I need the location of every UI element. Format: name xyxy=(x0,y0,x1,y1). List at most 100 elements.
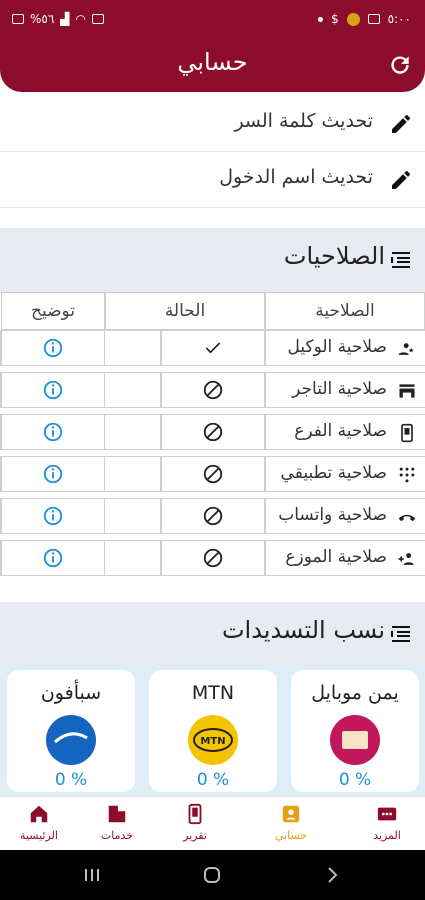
image-icon xyxy=(367,14,380,24)
info-cell xyxy=(1,498,105,534)
permission-row: صلاحية الفرع xyxy=(0,414,425,456)
add-group-icon xyxy=(398,553,414,565)
nav-account[interactable]: حسابي xyxy=(256,801,326,849)
payments-cards: يمن موبايل 0 % MTN MTN 0 % سبأفون 0 % xyxy=(0,664,425,796)
status-right: $ ٥:٠٠ xyxy=(317,12,411,26)
info-icon[interactable] xyxy=(42,337,64,359)
dollar-icon: $ xyxy=(330,12,339,26)
permission-label: صلاحية تطبيقي xyxy=(280,463,387,483)
nav-report[interactable]: تقرير xyxy=(160,801,230,849)
info-cell xyxy=(1,414,105,450)
info-icon[interactable] xyxy=(42,379,64,401)
card-name: يمن موبايل xyxy=(311,682,399,704)
update-username-row[interactable]: تحديث اسم الدخول xyxy=(0,152,425,208)
card-mtn[interactable]: MTN MTN 0 % xyxy=(149,670,277,792)
nav-label: الرئيسية xyxy=(20,829,58,842)
sabafon-logo-icon xyxy=(46,715,96,765)
agent-icon xyxy=(398,343,414,355)
more-icon xyxy=(377,807,397,821)
nav-services[interactable]: خدمات xyxy=(82,801,152,849)
nav-home[interactable]: الرئيسية xyxy=(4,801,74,849)
info-cell xyxy=(1,372,105,408)
permissions-header: الصلاحيات xyxy=(0,228,425,292)
permission-cell: صلاحية الموزع xyxy=(265,540,425,576)
update-password-label: تحديث كلمة السر xyxy=(234,110,373,132)
permission-cell: صلاحية الفرع xyxy=(265,414,425,450)
card-name: MTN xyxy=(191,682,235,704)
svg-text:MTN: MTN xyxy=(200,736,225,747)
info-icon[interactable] xyxy=(42,463,64,485)
nav-label: خدمات xyxy=(100,829,134,842)
status-cell xyxy=(161,498,265,534)
status-left: %٥٦ ▟ ◠ xyxy=(12,12,105,26)
permission-label: صلاحية واتساب xyxy=(278,505,387,525)
permission-cell: صلاحية الوكيل xyxy=(265,330,425,366)
nav-more[interactable]: المزيد xyxy=(352,801,422,849)
permission-label: صلاحية التاجر xyxy=(292,379,387,399)
status-cell xyxy=(161,414,265,450)
signal-icon: ▟ xyxy=(60,12,70,26)
notification-dot-icon xyxy=(317,16,323,22)
wifi-icon: ◠ xyxy=(75,12,87,26)
card-percent: 0 % xyxy=(196,770,230,790)
account-icon xyxy=(282,805,300,823)
permission-cell: صلاحية واتساب xyxy=(265,498,425,534)
yemen-mobile-logo-icon xyxy=(330,715,380,765)
card-percent: 0 % xyxy=(338,770,372,790)
column-header-info: توضيح xyxy=(1,292,105,330)
payments-header: نسب التسديدات xyxy=(0,602,425,664)
card-sabafon[interactable]: سبأفون 0 % xyxy=(7,670,135,792)
permission-label: صلاحية الفرع xyxy=(294,421,387,441)
info-cell xyxy=(1,540,105,576)
sim-icon xyxy=(12,14,24,24)
card-name: سبأفون xyxy=(40,682,102,704)
blocked-icon xyxy=(203,548,223,568)
permission-cell: صلاحية تطبيقي xyxy=(265,456,425,492)
update-username-label: تحديث اسم الدخول xyxy=(219,166,373,188)
permission-label: صلاحية الوكيل xyxy=(287,337,387,357)
info-cell xyxy=(1,456,105,492)
home-icon xyxy=(30,805,48,823)
coin-icon xyxy=(346,12,360,26)
system-nav-bar xyxy=(0,850,425,900)
battery-text: %٥٦ xyxy=(30,12,55,26)
recent-apps-icon[interactable] xyxy=(82,865,102,885)
permission-label: صلاحية الموزع xyxy=(285,547,387,567)
status-cell xyxy=(161,540,265,576)
nav-label: حسابي xyxy=(274,829,308,842)
phone-handset-icon xyxy=(398,514,416,522)
column-header-status: الحالة xyxy=(105,292,265,330)
store-icon xyxy=(399,384,415,398)
phone-report-icon xyxy=(188,803,202,825)
status-cell xyxy=(161,456,265,492)
back-icon[interactable] xyxy=(322,865,342,885)
dial-pad-icon xyxy=(399,467,415,483)
app-bar: حسابي xyxy=(0,40,425,92)
payments-title: نسب التسديدات xyxy=(221,616,385,644)
info-icon[interactable] xyxy=(42,547,64,569)
blocked-icon xyxy=(203,380,223,400)
permission-row: صلاحية الوكيل xyxy=(0,330,425,372)
blocked-icon xyxy=(203,506,223,526)
mtn-logo-icon: MTN xyxy=(188,715,238,765)
status-cell xyxy=(161,330,265,366)
building-icon xyxy=(108,805,126,823)
pencil-icon xyxy=(392,171,410,189)
info-icon[interactable] xyxy=(42,505,64,527)
check-icon xyxy=(205,342,221,354)
home-button-icon[interactable] xyxy=(202,865,222,885)
permission-row: صلاحية التاجر xyxy=(0,372,425,414)
column-header-permission: الصلاحية xyxy=(265,292,425,330)
refresh-icon[interactable] xyxy=(387,52,413,78)
permission-row: صلاحية الموزع xyxy=(0,540,425,582)
pencil-icon xyxy=(392,115,410,133)
info-cell xyxy=(1,330,105,366)
status-bar: %٥٦ ▟ ◠ $ ٥:٠٠ xyxy=(0,0,425,40)
blocked-icon xyxy=(203,464,223,484)
permission-cell: صلاحية التاجر xyxy=(265,372,425,408)
nav-label: المزيد xyxy=(373,829,401,842)
info-icon[interactable] xyxy=(42,421,64,443)
update-password-row[interactable]: تحديث كلمة السر xyxy=(0,96,425,152)
card-yemen-mobile[interactable]: يمن موبايل 0 % xyxy=(291,670,419,792)
permission-row: صلاحية تطبيقي xyxy=(0,456,425,498)
